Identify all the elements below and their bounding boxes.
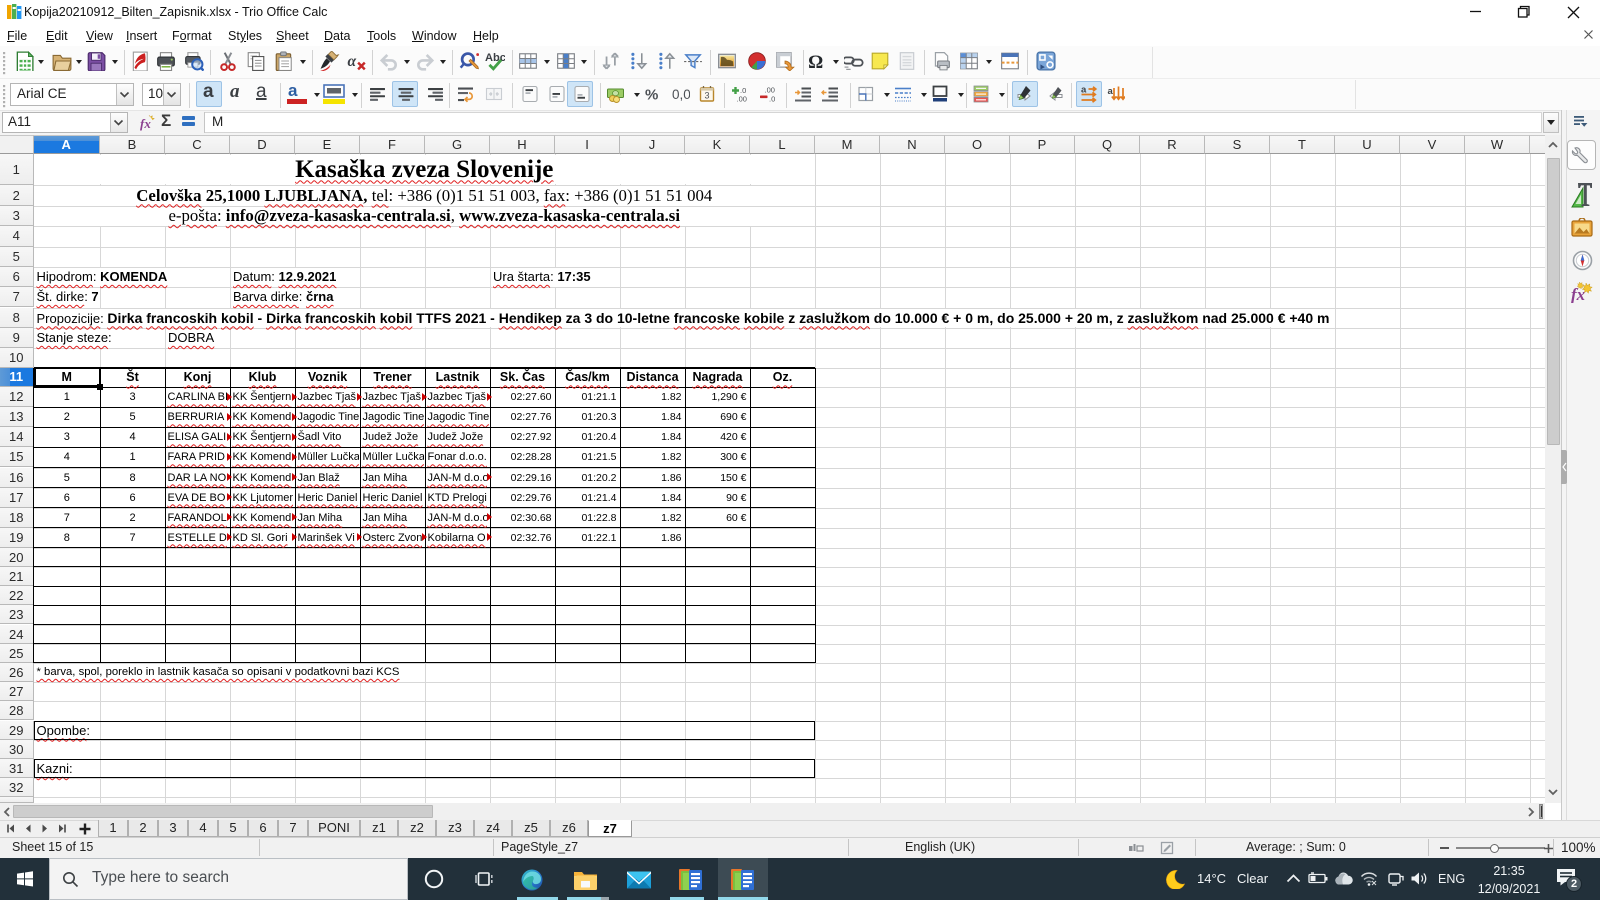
svg-text:a: a — [1108, 86, 1114, 97]
svg-text:.0: .0 — [769, 95, 775, 104]
svg-text:.00: .00 — [765, 86, 775, 95]
svg-text:0,0: 0,0 — [672, 87, 690, 102]
svg-text:.00: .00 — [737, 95, 747, 104]
svg-text:fx: fx — [140, 116, 151, 131]
svg-text:α: α — [348, 53, 357, 70]
svg-text:Abc: Abc — [485, 52, 505, 64]
svg-text:3: 3 — [705, 91, 710, 101]
svg-text:%: % — [645, 87, 658, 104]
svg-text:Ω: Ω — [808, 52, 823, 71]
